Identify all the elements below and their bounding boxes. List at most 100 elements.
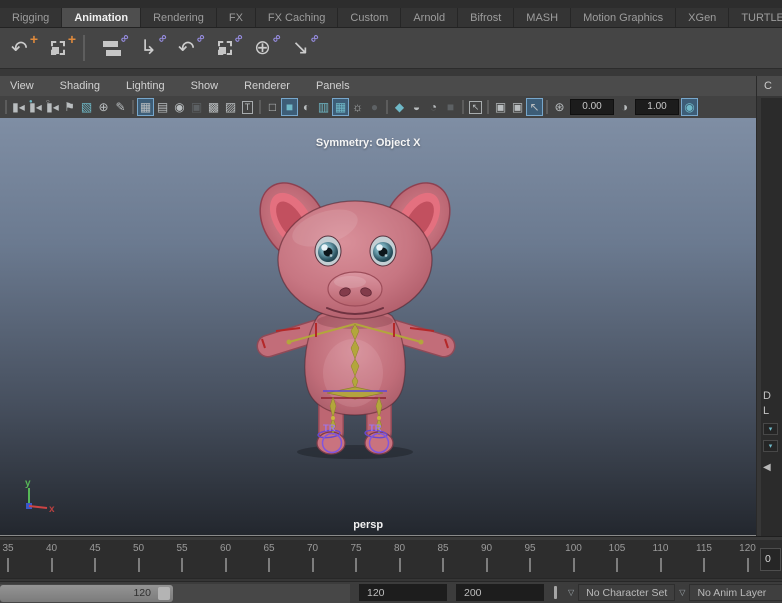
toolbar-icon-glyph: ⊕: [254, 37, 271, 59]
main-toolbar: ↷ + + ∞ ↳ ∞ ↷ ∞ ∞ ⊕ ∞ ↘ ∞: [0, 28, 782, 68]
panel-collapse-arrow-icon[interactable]: ◀: [763, 462, 771, 473]
tab-rendering[interactable]: Rendering: [141, 8, 217, 27]
default-material-icon[interactable]: ◐: [298, 98, 315, 116]
menu-show[interactable]: Show: [191, 80, 219, 92]
motion-blur-icon[interactable]: ◔: [425, 98, 442, 116]
pan-zoom-icon[interactable]: ⊕: [95, 98, 112, 116]
layers-tab-label[interactable]: L: [763, 405, 769, 418]
display-tab-label[interactable]: D: [763, 390, 771, 403]
toolbar-icon-glyph: ↳: [140, 37, 157, 59]
tab-turtle[interactable]: TURTLE: [729, 8, 782, 27]
tab-label: Arnold: [413, 11, 446, 24]
height-adjust-handle[interactable]: [554, 586, 557, 599]
toolbar-icon-glyph: [217, 41, 232, 55]
menu-view[interactable]: View: [10, 80, 34, 92]
unused-toggle-icon[interactable]: ■: [442, 98, 459, 116]
timeline-tick: 120: [739, 543, 761, 572]
anim-layer-menu-arrow-icon[interactable]: ▽: [679, 588, 685, 597]
wireframe-on-shaded-icon[interactable]: ▦: [332, 98, 349, 116]
rig-skeleton[interactable]: TR TR: [261, 323, 449, 454]
parent-constraint-icon[interactable]: ∞: [96, 30, 133, 63]
menu-panels[interactable]: Panels: [316, 80, 350, 92]
occlusion-icon[interactable]: ◒: [408, 98, 425, 116]
field-chart-icon[interactable]: ▩: [205, 98, 222, 116]
timeline-tick: 60: [220, 543, 237, 572]
current-frame-field[interactable]: 0: [760, 547, 781, 571]
aim-constraint-icon[interactable]: ⊕ ∞: [248, 30, 285, 63]
safe-action-icon[interactable]: ▨: [222, 98, 239, 116]
panel-toolbar-icon-glyph: ↖: [529, 100, 540, 114]
camera-attributes-icon[interactable]: ▮◂ ○: [44, 98, 61, 116]
tab-arnold[interactable]: Arnold: [401, 8, 459, 27]
exposure-icon[interactable]: ⊛: [551, 98, 568, 116]
bookmark-icon[interactable]: ⚑: [61, 98, 78, 116]
range-slider-handle[interactable]: [158, 586, 170, 600]
tab-motion-graphics[interactable]: Motion Graphics: [571, 8, 677, 27]
textured-icon[interactable]: ▥: [315, 98, 332, 116]
menu-shading[interactable]: Shading: [60, 80, 100, 92]
tab-label: MASH: [526, 11, 559, 24]
grid-icon[interactable]: ▦: [137, 98, 154, 116]
snapshot-icon[interactable]: ▣: [492, 98, 509, 116]
point-constraint-icon[interactable]: ↳ ∞: [134, 30, 171, 63]
range-slider-bar[interactable]: 120: [0, 584, 173, 602]
tab-xgen[interactable]: XGen: [676, 8, 730, 27]
snapshot-multi-icon[interactable]: ▣: [509, 98, 526, 116]
safe-title-icon[interactable]: T: [239, 98, 256, 116]
toolbar-icon-badge: ∞: [306, 29, 323, 46]
gate-mask-icon[interactable]: ▣: [188, 98, 205, 116]
camera-name-label: persp: [353, 519, 384, 531]
scale-constraint-icon[interactable]: ∞: [210, 30, 247, 63]
menu-lighting[interactable]: Lighting: [126, 80, 165, 92]
layer-option-button-2[interactable]: ▾: [763, 440, 778, 452]
lighting-icon[interactable]: ☼: [349, 98, 366, 116]
pole-vector-constraint-icon[interactable]: ↘ ∞: [286, 30, 323, 63]
panel-toolbar-icon-glyph: ●: [370, 100, 379, 114]
separator: [5, 100, 7, 114]
camera-select-icon[interactable]: ▮◂: [10, 98, 27, 116]
curved-arrow-tool-icon[interactable]: ↷ +: [5, 32, 38, 63]
view-axis-indicator: y x: [16, 476, 60, 519]
color-management-icon[interactable]: ◉: [681, 98, 698, 116]
grease-pencil-icon[interactable]: ✎: [112, 98, 129, 116]
range-slider-track[interactable]: 120: [0, 583, 350, 603]
timeline-ruler[interactable]: 35 40 45 50 55 60 65 70 75 80 85 90 95 100 105 110 115 12…: [0, 540, 760, 578]
panel-toolbar-icon-glyph: ☼: [352, 100, 363, 114]
tab-bifrost[interactable]: Bifrost: [458, 8, 515, 27]
exposure-field[interactable]: 0.00: [570, 99, 614, 115]
selection-highlight-icon[interactable]: ↖: [467, 98, 484, 116]
channels-menu[interactable]: C: [764, 80, 772, 92]
gamma-field[interactable]: 1.00: [635, 99, 679, 115]
image-plane-icon[interactable]: ▧: [78, 98, 95, 116]
tab-custom[interactable]: Custom: [338, 8, 402, 27]
panel-toolbar-icon-glyph: ◒: [412, 100, 421, 114]
tab-animation[interactable]: Animation: [62, 8, 142, 27]
tab-fx[interactable]: FX: [216, 8, 256, 27]
channel-box-menubar: C: [757, 76, 782, 96]
pig-body-group[interactable]: [246, 170, 463, 459]
camera-lock-icon[interactable]: ▮◂ ●: [27, 98, 44, 116]
film-gate-icon[interactable]: ▤: [154, 98, 171, 116]
animation-end-field[interactable]: 200: [456, 584, 544, 601]
orient-constraint-icon[interactable]: ↷ ∞: [172, 30, 209, 63]
shadows-icon[interactable]: ◆: [391, 98, 408, 116]
tab-mash[interactable]: MASH: [514, 8, 572, 27]
character-set-dropdown[interactable]: No Character Set: [578, 584, 676, 601]
isolate-select-icon[interactable]: ↖: [526, 98, 543, 116]
range-end-label: 120: [133, 587, 151, 599]
tab-rigging[interactable]: Rigging: [0, 8, 63, 27]
anim-layer-dropdown[interactable]: No Anim Layer: [689, 584, 782, 601]
smooth-shade-icon[interactable]: ■: [281, 98, 298, 116]
wireframe-icon[interactable]: □: [264, 98, 281, 116]
playback-end-field[interactable]: 120: [359, 584, 447, 601]
tab-fx-caching[interactable]: FX Caching: [255, 8, 339, 27]
pig-character[interactable]: TR TR: [0, 118, 756, 536]
menu-renderer[interactable]: Renderer: [244, 80, 290, 92]
viewport-persp[interactable]: Symmetry: Object X TR TR y x persp: [0, 118, 756, 536]
layer-option-button-1[interactable]: ▾: [763, 423, 778, 435]
character-set-menu-arrow-icon[interactable]: ▽: [568, 588, 574, 597]
gamma-icon[interactable]: ◑: [616, 98, 633, 116]
resolution-gate-icon[interactable]: ◉: [171, 98, 188, 116]
box-marker-tool-icon[interactable]: +: [43, 32, 76, 63]
flat-lighting-icon[interactable]: ●: [366, 98, 383, 116]
